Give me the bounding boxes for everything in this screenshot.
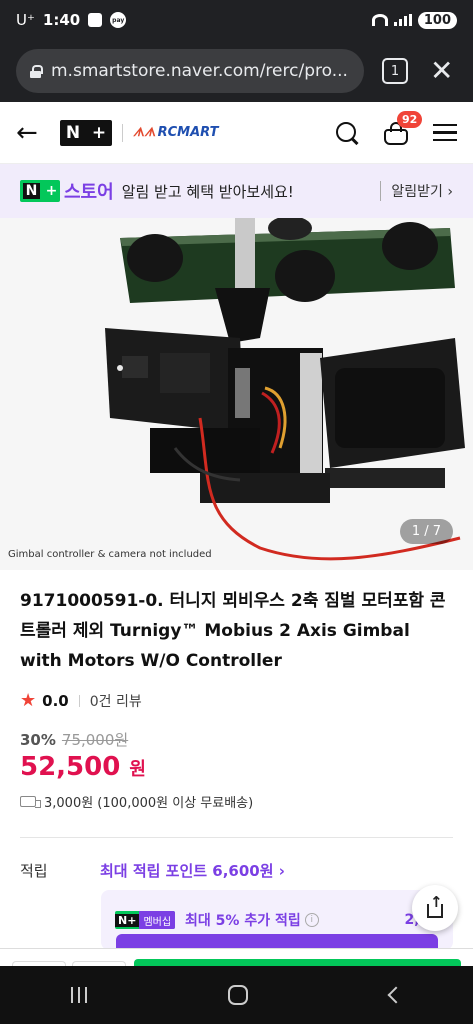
membership-text: 최대 5% 추가 적립: [185, 913, 301, 929]
home-icon[interactable]: [228, 985, 249, 1005]
pay-icon: pay: [110, 12, 127, 28]
shipping-row: 3,000원 (100,000원 이상 무료배송): [20, 792, 453, 811]
share-button[interactable]: ↑: [412, 885, 458, 931]
menu-icon[interactable]: [433, 123, 457, 142]
image-caption: Gimbal controller & camera not included: [8, 549, 212, 560]
url-bar[interactable]: m.smartstore.naver.com/rerc/pro...: [16, 49, 364, 93]
nplus-logo[interactable]: N +: [60, 119, 112, 146]
search-icon[interactable]: [335, 121, 359, 145]
points-label: 적립: [20, 862, 48, 880]
gimbal-product-image: [0, 218, 473, 570]
cart-icon[interactable]: 92: [383, 110, 423, 145]
nplus-store-logo: N +: [20, 180, 60, 202]
app-notification-icon: [88, 13, 103, 27]
star-icon: ★: [20, 690, 37, 711]
store-word: 스토어: [64, 182, 114, 203]
review-count-link[interactable]: 0건 리뷰: [90, 691, 142, 711]
store-logo[interactable]: ᗑᗑ RCMART: [133, 125, 218, 140]
purchase-bar: [0, 948, 473, 967]
status-time: 1:40: [42, 11, 81, 29]
points-row: 적립 최대 적립 포인트 6,600원 ›: [20, 860, 453, 881]
sale-price-unit: 원: [129, 759, 146, 780]
status-carrier: U⁺: [16, 11, 35, 29]
share-arrow-icon: ↑: [430, 893, 443, 911]
close-icon[interactable]: ✕: [430, 57, 453, 85]
back-icon[interactable]: [387, 986, 405, 1004]
promo-text: 알림 받고 혜택 받아보세요!: [121, 182, 294, 201]
arrow-left-icon[interactable]: ←: [16, 118, 46, 148]
membership-join-button[interactable]: [116, 934, 438, 948]
store-header: ← N + ᗑᗑ RCMART 92: [0, 102, 473, 164]
cart-badge: 92: [397, 110, 423, 128]
membership-badge: N+ 멤버십: [115, 911, 176, 929]
store-logo-text: RCMART: [157, 125, 219, 140]
tab-switcher-button[interactable]: 1: [382, 58, 408, 84]
sale-price-value: 52,500: [20, 752, 121, 782]
discount-row: 30% 75,000원: [20, 729, 453, 750]
rating-score: 0.0: [42, 691, 69, 710]
recent-apps-icon[interactable]: [70, 987, 87, 1003]
url-text: m.smartstore.naver.com/rerc/pro...: [51, 61, 348, 81]
battery-indicator: 100: [417, 11, 457, 29]
header-divider: [122, 123, 123, 142]
wifi-icon: [371, 14, 388, 26]
subscribe-notification-button[interactable]: 알림받기 ›: [380, 181, 453, 201]
rating-row: ★ 0.0 0건 리뷰: [20, 690, 453, 711]
rcmart-wave-icon: ᗑᗑ: [133, 125, 156, 139]
product-info: 9171000591-0. 터니지 뫼비우스 2축 짐벌 모터포함 콘트롤러 제…: [20, 586, 453, 811]
system-nav-bar: [0, 966, 473, 1024]
notification-promo-banner: N + 스토어 알림 받고 혜택 받아보세요! 알림받기 ›: [0, 164, 473, 218]
image-counter: 1 / 7: [399, 519, 453, 544]
max-points-link[interactable]: 최대 적립 포인트 6,600원 ›: [100, 860, 285, 881]
original-price: 75,000원: [61, 731, 129, 749]
info-icon[interactable]: i: [304, 913, 319, 927]
status-bar: U⁺ 1:40 pay 100: [0, 0, 473, 40]
browser-toolbar: m.smartstore.naver.com/rerc/pro... 1 ✕: [0, 40, 473, 102]
rating-separator: [78, 694, 80, 707]
shipping-text: 3,000원 (100,000원 이상 무료배송): [44, 796, 254, 811]
truck-icon: [20, 796, 41, 808]
signal-icon: [393, 14, 412, 26]
lock-icon: [30, 64, 43, 78]
section-divider: [20, 837, 453, 838]
product-title: 9171000591-0. 터니지 뫼비우스 2축 짐벌 모터포함 콘트롤러 제…: [20, 591, 446, 671]
product-image-carousel[interactable]: Gimbal controller & camera not included …: [0, 218, 473, 570]
discount-rate: 30%: [20, 730, 56, 749]
sale-price: 52,500 원: [20, 752, 453, 782]
